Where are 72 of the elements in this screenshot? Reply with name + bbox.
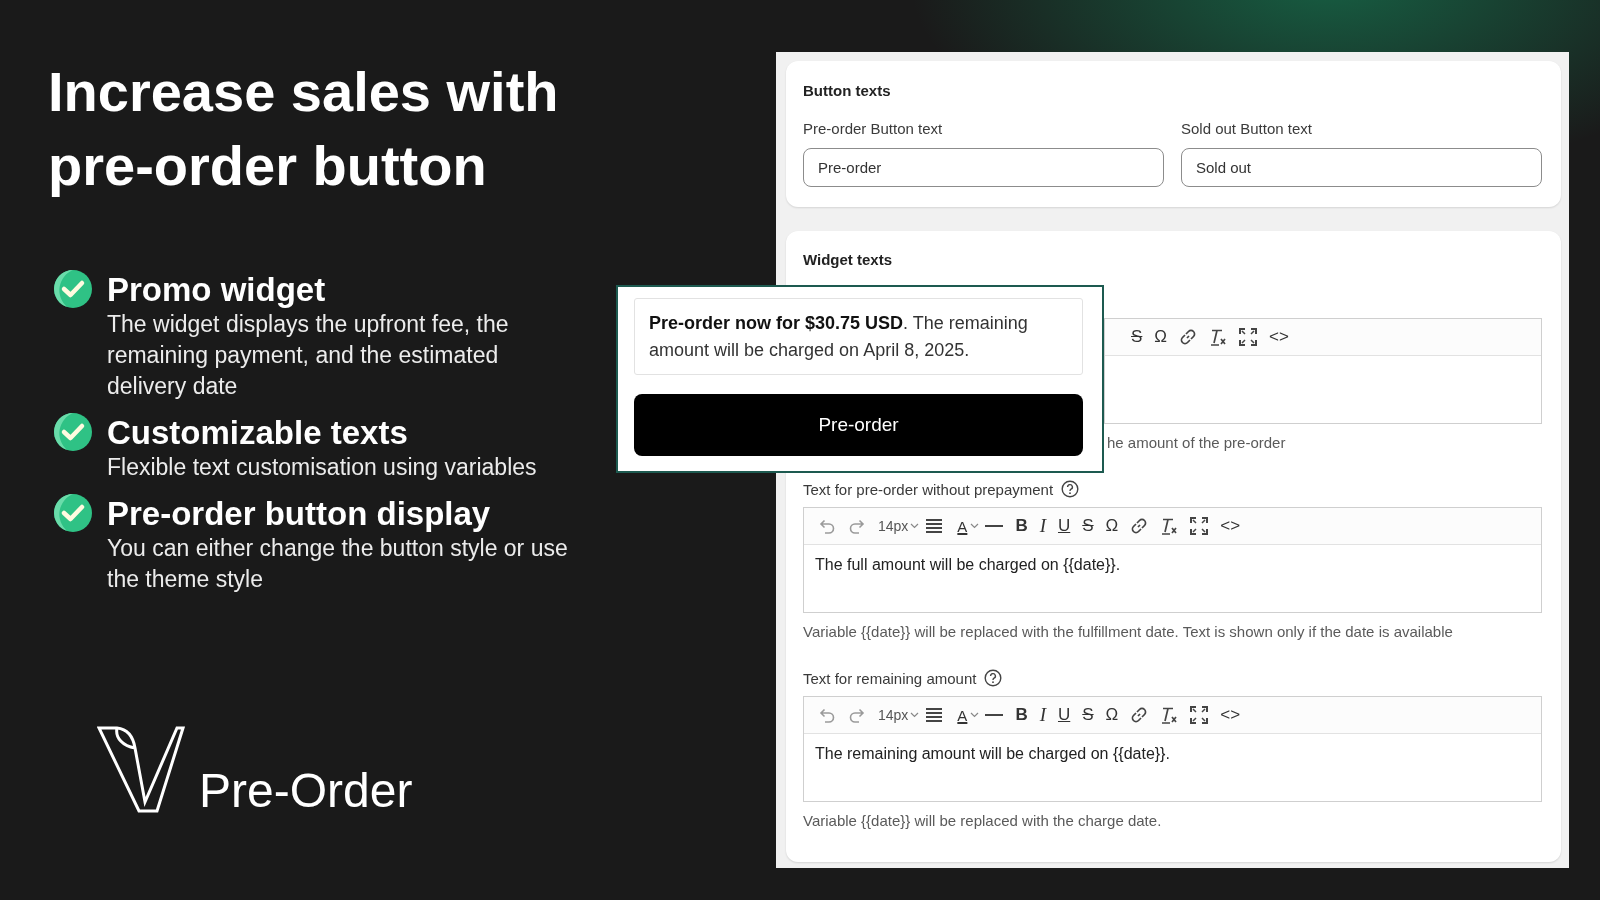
section-title: Button texts: [803, 81, 891, 101]
symbol-button[interactable]: Ω: [1148, 324, 1174, 350]
chevron-icon[interactable]: [970, 712, 980, 718]
editor-text: The remaining amount will be charged on {{date}}.: [814, 744, 1171, 764]
horizontal-line-icon[interactable]: [985, 713, 1004, 717]
fullscreen-icon[interactable]: [1190, 706, 1209, 724]
feature-description: Flexible text customisation using variables: [107, 453, 538, 482]
chevron-icon[interactable]: [970, 523, 980, 529]
strikethrough-button[interactable]: S: [1076, 702, 1100, 728]
field-label: Pre-order Button text: [803, 119, 943, 139]
bold-button[interactable]: B: [1009, 702, 1034, 728]
link-icon[interactable]: [1130, 517, 1149, 535]
text-color-button[interactable]: A: [949, 513, 971, 539]
editor-text: The full amount will be charged on {{date}}.: [814, 555, 1122, 575]
font-size-dropdown[interactable]: 14px: [872, 702, 911, 728]
align-icon[interactable]: [925, 707, 944, 723]
text-field[interactable]: Sold out: [1181, 148, 1542, 187]
clear-format-icon[interactable]: [1209, 328, 1228, 346]
preorder-button[interactable]: Pre-order: [634, 394, 1083, 456]
chevron-icon[interactable]: [910, 523, 920, 529]
redo-icon[interactable]: [847, 706, 867, 724]
font-size-dropdown[interactable]: 14px: [872, 513, 911, 539]
logo-icon: [97, 726, 185, 813]
redo-icon[interactable]: [847, 517, 867, 535]
code-button[interactable]: <>: [1263, 324, 1295, 350]
chevron-icon[interactable]: [910, 712, 920, 718]
strikethrough-button[interactable]: S: [1125, 324, 1149, 350]
help-icon[interactable]: [984, 669, 1003, 687]
feature-title: Customizable texts: [107, 414, 408, 452]
clear-format-icon[interactable]: [1160, 706, 1179, 724]
code-button[interactable]: <>: [1214, 513, 1247, 539]
text-editor[interactable]: 14px A B I U S Ω <> The remaining amount will be charged on {{date}}.: [803, 696, 1542, 802]
symbol-button[interactable]: Ω: [1099, 513, 1125, 539]
code-button[interactable]: <>: [1214, 702, 1247, 728]
field-label: Text for pre-order without prepayment: [803, 480, 1054, 498]
helper-text: he amount of the pre-order: [1106, 434, 1287, 453]
helper-text: Variable {{date}} will be replaced with the charge date.: [803, 812, 1163, 831]
text-editor[interactable]: 14px A B I U S Ω <> The full amount will be charged on {{date}}.: [803, 507, 1542, 613]
headline: Increase sales with pre-order button: [48, 59, 559, 199]
underline-button[interactable]: U: [1052, 513, 1077, 539]
section-title: Widget texts: [803, 250, 893, 270]
bold-button[interactable]: B: [1009, 513, 1034, 539]
feature-title: Promo widget: [107, 271, 326, 309]
feature-title: Pre-order button display: [107, 495, 491, 533]
italic-button[interactable]: I: [1033, 513, 1052, 539]
text-editor[interactable]: S Ω <>: [1104, 318, 1542, 424]
brand-name: Pre-Order: [199, 765, 413, 817]
align-icon[interactable]: [925, 518, 944, 534]
check-icon: [53, 269, 93, 309]
horizontal-line-icon[interactable]: [985, 524, 1004, 528]
check-icon: [53, 493, 93, 533]
undo-icon[interactable]: [817, 706, 837, 724]
field-label: Sold out Button text: [1181, 119, 1312, 139]
feature-description: You can either change the button style or use the theme style: [107, 534, 569, 594]
fullscreen-icon[interactable]: [1190, 517, 1209, 535]
strikethrough-button[interactable]: S: [1076, 513, 1100, 539]
helper-text: Variable {{date}} will be replaced with the fulfillment date. Text is shown only if the date is available: [803, 623, 1454, 642]
preorder-message: Pre-order now for $30.75 USD. The remaining amount will be charged on April 8, 2025.: [634, 298, 1083, 375]
symbol-button[interactable]: Ω: [1099, 702, 1125, 728]
clear-format-icon[interactable]: [1160, 517, 1179, 535]
field-label: Text for remaining amount: [803, 669, 977, 687]
check-icon: [53, 412, 93, 452]
italic-button[interactable]: I: [1033, 702, 1052, 728]
text-field[interactable]: Pre-order: [803, 148, 1164, 187]
text-color-button[interactable]: A: [949, 702, 971, 728]
fullscreen-icon[interactable]: [1239, 328, 1258, 346]
underline-button[interactable]: U: [1052, 702, 1077, 728]
link-icon[interactable]: [1179, 328, 1198, 346]
link-icon[interactable]: [1130, 706, 1149, 724]
undo-icon[interactable]: [817, 517, 837, 535]
help-icon[interactable]: [1061, 480, 1080, 498]
feature-description: The widget displays the upfront fee, the remaining payment, and the estimated delivery date: [107, 310, 510, 401]
